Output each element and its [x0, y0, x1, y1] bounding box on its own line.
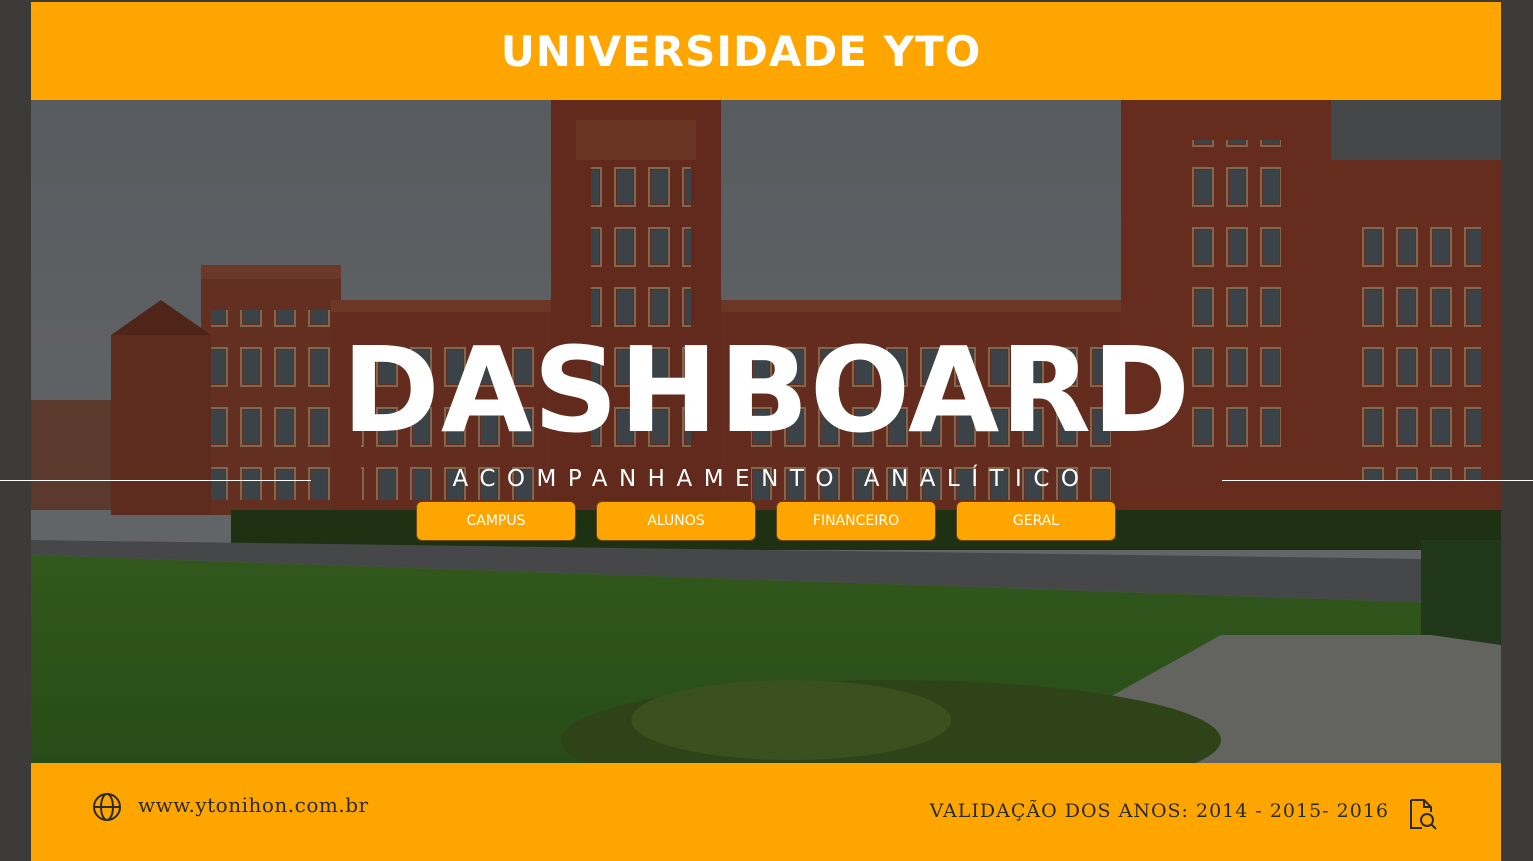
hero-title: DASHBOARD [341, 321, 1192, 459]
validation-years: VALIDAÇÃO DOS ANOS: 2014 - 2015- 2016 [929, 800, 1389, 822]
section-nav: CAMPUS ALUNOS FINANCEIRO GERAL [416, 501, 1116, 541]
campus-button[interactable]: CAMPUS [416, 501, 576, 541]
geral-button[interactable]: GERAL [956, 501, 1116, 541]
hero-subtitle: ACOMPANHAMENTO ANALÍTICO [452, 466, 1091, 492]
globe-icon [93, 793, 121, 821]
header-bar: UNIVERSIDADE YTO [31, 2, 1501, 100]
university-title: UNIVERSIDADE YTO [500, 26, 982, 76]
alunos-button[interactable]: ALUNOS [596, 501, 756, 541]
financeiro-button[interactable]: FINANCEIRO [776, 501, 936, 541]
footer-bar: www.ytonihon.com.br VALIDAÇÃO DOS ANOS: … [31, 763, 1501, 861]
website-link[interactable]: www.ytonihon.com.br [138, 793, 369, 817]
search-doc-icon[interactable] [1408, 798, 1438, 830]
